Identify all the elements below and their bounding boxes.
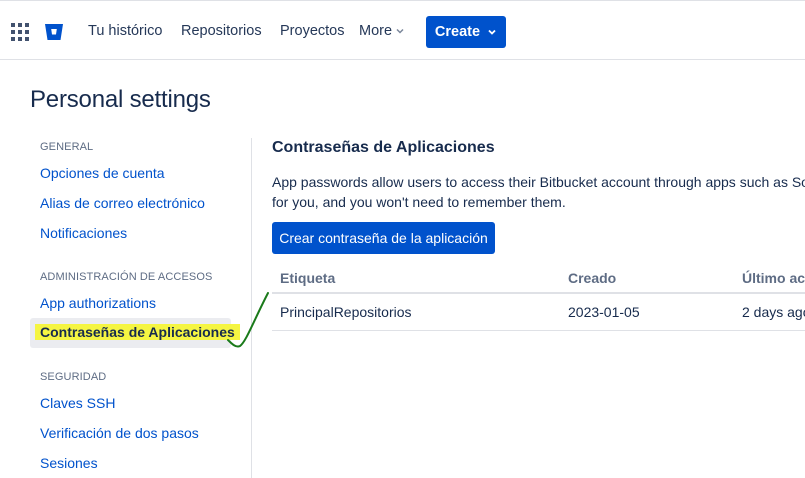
checkmark-annotation-icon — [227, 292, 269, 348]
description: App passwords allow users to access thei… — [272, 172, 805, 212]
sidebar-item-claves-ssh[interactable]: Claves SSH — [40, 395, 115, 411]
sidebar-item-active-label: Contraseñas de Aplicaciones — [35, 324, 240, 340]
top-navigation-bar: Tu histórico Repositorios Proyectos More… — [0, 0, 805, 60]
cell-created: 2023-01-05 — [568, 304, 640, 320]
sidebar-item-app-authorizations[interactable]: App authorizations — [40, 295, 156, 311]
description-line-1: App passwords allow users to access thei… — [272, 174, 805, 190]
page-title: Personal settings — [30, 86, 211, 113]
nav-tu-historico[interactable]: Tu histórico — [88, 23, 162, 39]
create-app-password-button[interactable]: Crear contraseña de la aplicación — [272, 222, 495, 254]
section-title: Contraseñas de Aplicaciones — [272, 139, 495, 156]
table-row-divider — [272, 330, 805, 331]
sidebar-divider — [251, 138, 252, 478]
sidebar-item-contrasenas-de-aplicaciones[interactable]: Contraseñas de Aplicaciones — [30, 318, 240, 348]
column-header-etiqueta[interactable]: Etiqueta — [280, 270, 335, 286]
description-line-2: for you, and you won't need to remember … — [272, 194, 566, 210]
cell-label: PrincipalRepositorios — [280, 304, 412, 320]
column-header-ultimo-acceso[interactable]: Último acc — [742, 270, 805, 286]
nav-proyectos[interactable]: Proyectos — [280, 23, 344, 39]
sidebar-item-verificacion-de-dos-pasos[interactable]: Verificación de dos pasos — [40, 425, 199, 441]
table-header-divider — [272, 292, 805, 294]
column-header-creado[interactable]: Creado — [568, 270, 616, 286]
chevron-down-icon — [488, 29, 496, 35]
create-button-label: Create — [434, 24, 481, 40]
cell-last-accessed: 2 days ago — [742, 304, 805, 320]
nav-more[interactable]: More — [359, 23, 405, 39]
nav-more-label: More — [359, 23, 393, 39]
sidebar-item-alias-de-correo[interactable]: Alias de correo electrónico — [40, 195, 205, 211]
sidebar-item-opciones-de-cuenta[interactable]: Opciones de cuenta — [40, 165, 165, 181]
sidebar-heading-general: GENERAL — [40, 141, 94, 153]
bitbucket-logo-icon[interactable] — [44, 22, 64, 42]
create-button[interactable]: Create — [426, 16, 506, 48]
sidebar-heading-seguridad: SEGURIDAD — [40, 371, 107, 383]
grid-icon[interactable] — [11, 23, 29, 41]
nav-repositorios[interactable]: Repositorios — [181, 23, 262, 39]
sidebar-heading-administracion-de-accesos: ADMINISTRACIÓN DE ACCESOS — [40, 271, 213, 283]
sidebar-item-notificaciones[interactable]: Notificaciones — [40, 225, 127, 241]
sidebar-item-sesiones[interactable]: Sesiones — [40, 455, 98, 471]
chevron-down-icon — [396, 29, 404, 34]
